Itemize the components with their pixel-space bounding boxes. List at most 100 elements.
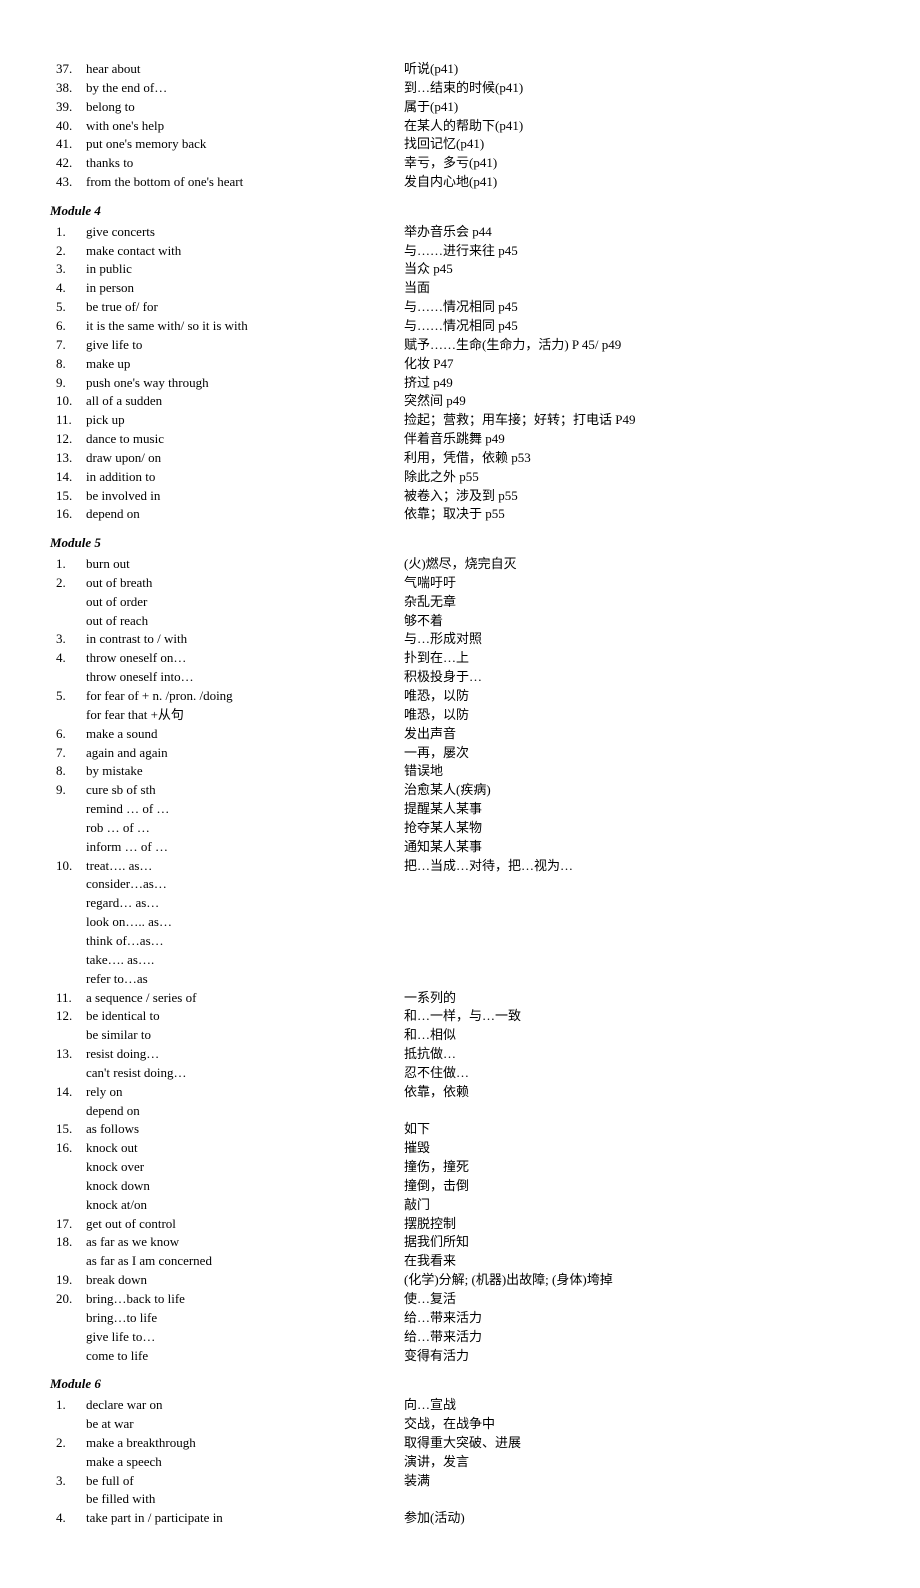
chinese-definition: 唯恐，以防: [404, 687, 870, 706]
row-number: [50, 1064, 86, 1083]
row-number: [50, 838, 86, 857]
chinese-definition: 一再，屡次: [404, 744, 870, 763]
english-term: bring…back to life: [86, 1290, 404, 1309]
vocab-row: 40.with one's help在某人的帮助下(p41): [50, 117, 870, 136]
english-term: treat…. as…: [86, 857, 404, 876]
row-number: [50, 913, 86, 932]
chinese-definition: [404, 951, 870, 970]
row-number: 14.: [50, 468, 86, 487]
vocab-row: depend on: [50, 1102, 870, 1121]
chinese-definition: [404, 894, 870, 913]
english-term: in public: [86, 260, 404, 279]
vocab-row: 19.break down(化学)分解; (机器)出故障; (身体)垮掉: [50, 1271, 870, 1290]
row-number: 3.: [50, 260, 86, 279]
module-title: Module 6: [50, 1375, 870, 1394]
chinese-definition: 找回记忆(p41): [404, 135, 870, 154]
vocab-row: think of…as…: [50, 932, 870, 951]
vocab-row: 6.it is the same with/ so it is with与……情…: [50, 317, 870, 336]
english-term: out of order: [86, 593, 404, 612]
english-term: make contact with: [86, 242, 404, 261]
english-term: take part in / participate in: [86, 1509, 404, 1528]
vocab-row: 7.give life to赋予……生命(生命力，活力) P 45/ p49: [50, 336, 870, 355]
english-term: with one's help: [86, 117, 404, 136]
chinese-definition: 抢夺某人某物: [404, 819, 870, 838]
vocab-row: regard… as…: [50, 894, 870, 913]
english-term: as follows: [86, 1120, 404, 1139]
english-term: throw oneself into…: [86, 668, 404, 687]
chinese-definition: 突然间 p49: [404, 392, 870, 411]
row-number: 1.: [50, 555, 86, 574]
chinese-definition: 通知某人某事: [404, 838, 870, 857]
english-term: remind … of …: [86, 800, 404, 819]
vocab-row: 38.by the end of…到…结束的时候(p41): [50, 79, 870, 98]
row-number: 9.: [50, 781, 86, 800]
row-number: 39.: [50, 98, 86, 117]
english-term: as far as I am concerned: [86, 1252, 404, 1271]
row-number: 43.: [50, 173, 86, 192]
english-term: be at war: [86, 1415, 404, 1434]
english-term: be identical to: [86, 1007, 404, 1026]
module-title: Module 5: [50, 534, 870, 553]
vocab-row: as far as I am concerned在我看来: [50, 1252, 870, 1271]
chinese-definition: 取得重大突破、进展: [404, 1434, 870, 1453]
row-number: 3.: [50, 1472, 86, 1491]
row-number: 10.: [50, 857, 86, 876]
chinese-definition: 变得有活力: [404, 1347, 870, 1366]
vocab-row: 14.rely on依靠，依赖: [50, 1083, 870, 1102]
vocab-row: 15.be involved in被卷入；涉及到 p55: [50, 487, 870, 506]
chinese-definition: 与…形成对照: [404, 630, 870, 649]
row-number: [50, 800, 86, 819]
row-number: 1.: [50, 223, 86, 242]
chinese-definition: 和…一样，与…一致: [404, 1007, 870, 1026]
row-number: 15.: [50, 487, 86, 506]
chinese-definition: [404, 913, 870, 932]
english-term: make a sound: [86, 725, 404, 744]
row-number: 16.: [50, 505, 86, 524]
english-term: refer to…as: [86, 970, 404, 989]
vocab-row: 6.make a sound发出声音: [50, 725, 870, 744]
vocab-row: 5.be true of/ for与……情况相同 p45: [50, 298, 870, 317]
chinese-definition: 气喘吁吁: [404, 574, 870, 593]
vocab-row: give life to…给…带来活力: [50, 1328, 870, 1347]
row-number: [50, 1158, 86, 1177]
english-term: knock down: [86, 1177, 404, 1196]
english-term: make up: [86, 355, 404, 374]
chinese-definition: 如下: [404, 1120, 870, 1139]
row-number: [50, 932, 86, 951]
chinese-definition: (化学)分解; (机器)出故障; (身体)垮掉: [404, 1271, 870, 1290]
row-number: 13.: [50, 449, 86, 468]
chinese-definition: 举办音乐会 p44: [404, 223, 870, 242]
chinese-definition: [404, 1490, 870, 1509]
vocab-row: come to life变得有活力: [50, 1347, 870, 1366]
english-term: give concerts: [86, 223, 404, 242]
vocab-row: make a speech演讲，发言: [50, 1453, 870, 1472]
chinese-definition: 参加(活动): [404, 1509, 870, 1528]
chinese-definition: 据我们所知: [404, 1233, 870, 1252]
chinese-definition: 化妆 P47: [404, 355, 870, 374]
vocab-row: 37.hear about听说(p41): [50, 60, 870, 79]
row-number: 6.: [50, 725, 86, 744]
chinese-definition: 摧毁: [404, 1139, 870, 1158]
english-term: all of a sudden: [86, 392, 404, 411]
chinese-definition: [404, 1102, 870, 1121]
row-number: [50, 970, 86, 989]
english-term: dance to music: [86, 430, 404, 449]
vocab-row: 20.bring…back to life使…复活: [50, 1290, 870, 1309]
english-term: give life to…: [86, 1328, 404, 1347]
row-number: 1.: [50, 1396, 86, 1415]
row-number: 10.: [50, 392, 86, 411]
vocab-row: out of reach够不着: [50, 612, 870, 631]
english-term: out of breath: [86, 574, 404, 593]
vocab-row: bring…to life给…带来活力: [50, 1309, 870, 1328]
chinese-definition: 依靠，依赖: [404, 1083, 870, 1102]
chinese-definition: 赋予……生命(生命力，活力) P 45/ p49: [404, 336, 870, 355]
chinese-definition: 使…复活: [404, 1290, 870, 1309]
chinese-definition: 当众 p45: [404, 260, 870, 279]
chinese-definition: 撞伤，撞死: [404, 1158, 870, 1177]
english-term: regard… as…: [86, 894, 404, 913]
chinese-definition: 发出声音: [404, 725, 870, 744]
vocab-row: knock down撞倒，击倒: [50, 1177, 870, 1196]
vocab-row: out of order杂乱无章: [50, 593, 870, 612]
chinese-definition: 挤过 p49: [404, 374, 870, 393]
chinese-definition: 扑到在…上: [404, 649, 870, 668]
